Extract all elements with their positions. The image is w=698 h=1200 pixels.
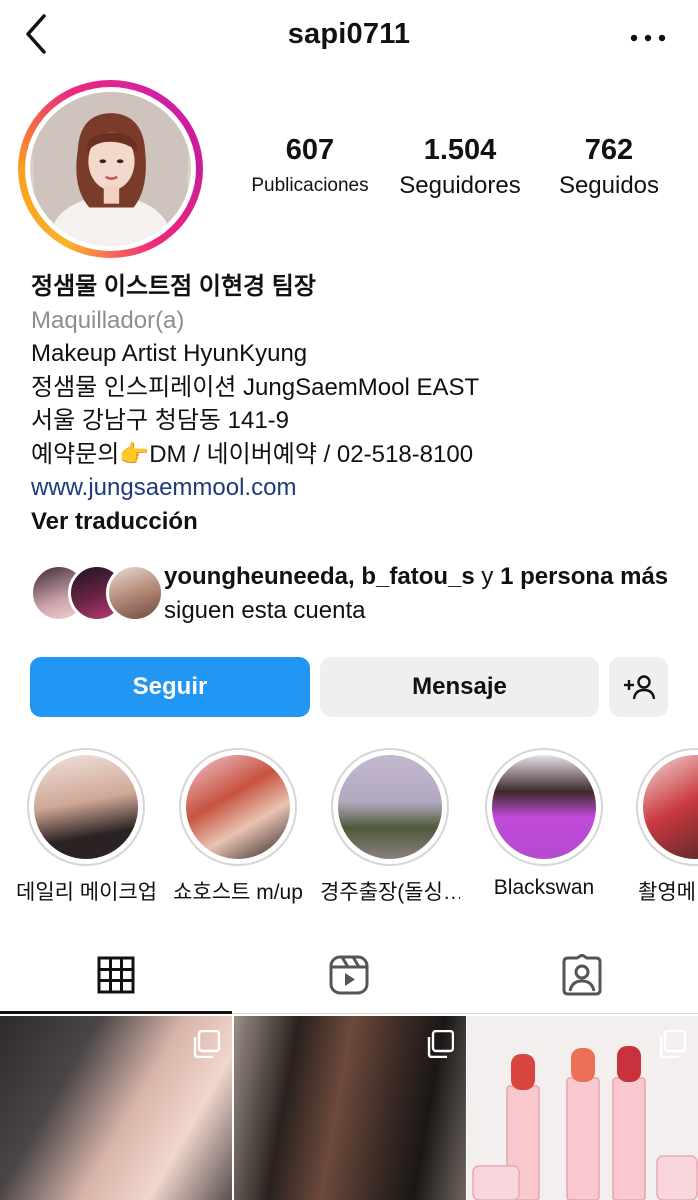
- followers-count: 1.504: [423, 134, 497, 166]
- posts-count: 607: [285, 134, 335, 166]
- highlight-cover: [492, 755, 596, 859]
- stat-posts[interactable]: 607 Publicaciones: [240, 130, 380, 202]
- more-options-button[interactable]: [628, 22, 668, 52]
- profile-avatar[interactable]: [18, 80, 203, 258]
- highlight-cover: [186, 755, 290, 859]
- post-thumbnail[interactable]: [467, 1016, 698, 1200]
- profile-username: sapi0711: [287, 18, 411, 50]
- carousel-icon: [427, 1030, 454, 1058]
- story-highlight[interactable]: Blackswan: [474, 748, 614, 900]
- followed-by-suffix: siguen esta cuenta: [164, 596, 366, 624]
- top-bar: sapi0711: [0, 0, 698, 76]
- suggested-accounts-button[interactable]: [609, 657, 668, 717]
- highlight-label: 촬영메: [638, 881, 696, 904]
- bio-line: 서울 강남구 청담동 141-9: [31, 407, 290, 434]
- active-tab-indicator: [0, 1011, 232, 1014]
- avatar-photo: [30, 92, 191, 246]
- followed-by-more: 1 persona más: [500, 563, 669, 590]
- tab-posts-grid[interactable]: [0, 935, 232, 1015]
- following-label: Seguidos: [558, 172, 660, 199]
- highlight-cover: [643, 755, 698, 859]
- carousel-icon: [193, 1030, 220, 1058]
- stat-following[interactable]: 762 Seguidos: [544, 130, 674, 202]
- carousel-icon: [659, 1030, 686, 1058]
- see-translation-link[interactable]: Ver traducción: [31, 505, 671, 539]
- story-highlight[interactable]: 경주출장(돌싱…: [320, 748, 460, 906]
- post-thumbnail[interactable]: [234, 1016, 466, 1200]
- highlight-label: 경주출장(돌싱…: [320, 881, 460, 904]
- grid-icon: [97, 956, 135, 994]
- category-label: Maquillador(a): [31, 306, 185, 334]
- story-highlight[interactable]: 데일리 메이크업: [16, 748, 156, 906]
- followed-by-connector: y: [474, 563, 501, 590]
- highlight-cover: [34, 755, 138, 859]
- highlight-label: Blackswan: [493, 876, 595, 899]
- story-highlight[interactable]: 쇼호스트 m/up: [168, 748, 308, 906]
- stat-followers[interactable]: 1.504 Seguidores: [390, 130, 530, 202]
- display-name: 정샘물 이스트점 이현경 팀장: [31, 273, 316, 300]
- mutual-follower-avatar: [106, 564, 164, 622]
- follow-button[interactable]: Seguir: [30, 657, 310, 717]
- highlight-cover: [338, 755, 442, 859]
- following-count: 762: [584, 134, 634, 166]
- tab-reels[interactable]: [233, 935, 465, 1015]
- bio-line: 예약문의👉DM / 네이버예약 / 02-518-8100: [31, 440, 474, 468]
- add-person-icon: [623, 675, 655, 700]
- mutual-followers-avatars[interactable]: [30, 564, 164, 622]
- bio-line: 정샘물 인스피레이션 JungSaemMool EAST: [31, 373, 480, 401]
- more-dots-icon: [630, 34, 666, 42]
- website-link[interactable]: www.jungsaemmool.com: [31, 471, 671, 505]
- story-highlight[interactable]: 촬영메: [626, 748, 698, 906]
- post-thumbnail[interactable]: [0, 1016, 232, 1200]
- bio-line: Makeup Artist HyunKyung: [31, 340, 308, 367]
- highlight-label: 데일리 메이크업: [16, 881, 156, 904]
- mutual-follower-names: youngheuneeda, b_fatou_s: [164, 563, 475, 590]
- tagged-icon: [562, 954, 602, 996]
- followers-label: Seguidores: [399, 172, 521, 199]
- profile-tabs: [0, 935, 698, 1015]
- tab-tagged[interactable]: [466, 935, 698, 1015]
- profile-bio: 정샘물 이스트점 이현경 팀장 Maquillador(a) Makeup Ar…: [31, 270, 671, 538]
- highlight-label: 쇼호스트 m/up: [173, 881, 303, 904]
- message-button[interactable]: Mensaje: [320, 657, 599, 717]
- posts-label: Publicaciones: [251, 175, 369, 196]
- followed-by-text[interactable]: youngheuneeda, b_fatou_s y 1 persona más…: [164, 560, 684, 627]
- reels-icon: [329, 955, 369, 995]
